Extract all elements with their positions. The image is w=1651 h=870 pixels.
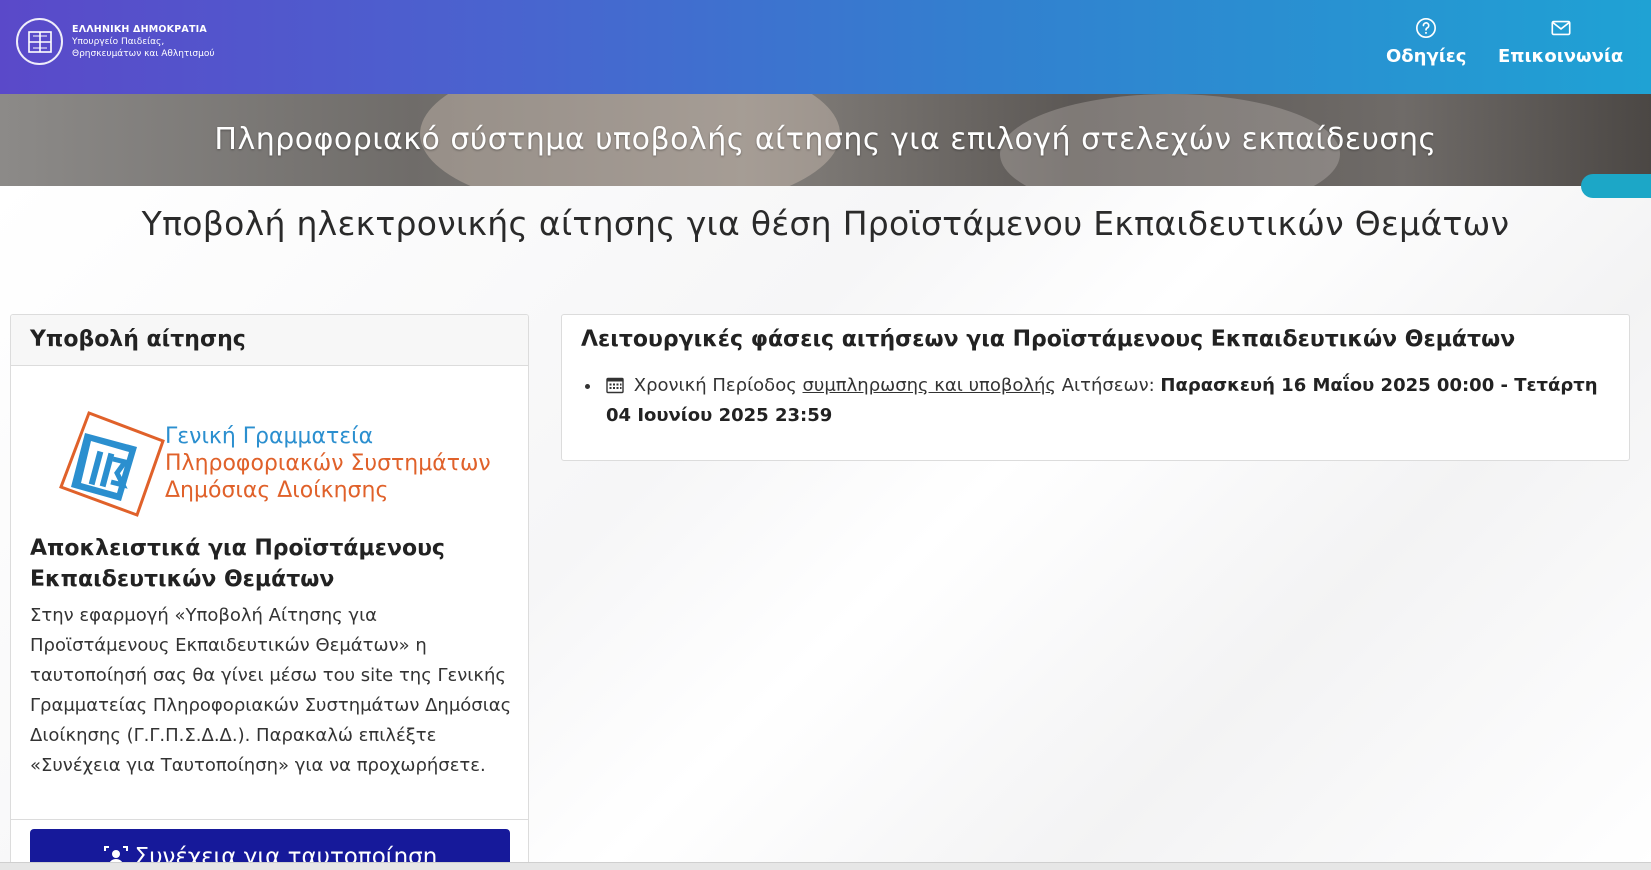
greek-seal-icon xyxy=(16,18,63,65)
application-card: Υποβολή αίτησης Γενική Γραμματεία Πληροφ… xyxy=(10,314,529,870)
nav-contact-label: Επικοινωνία xyxy=(1498,46,1624,67)
card-divider xyxy=(11,819,528,820)
side-tab-accent[interactable] xyxy=(1581,174,1651,198)
ggpsdd-logo-text: Γενική Γραμματεία Πληροφοριακών Συστημάτ… xyxy=(165,423,491,504)
org-line-3: Δημόσιας Διοίκησης xyxy=(165,477,389,503)
period-prefix: Χρονική Περίοδος xyxy=(633,375,797,396)
org-line-2: Πληροφοριακών Συστημάτων xyxy=(165,450,491,476)
period-underlined: συμπληρωσης και υποβολής xyxy=(802,375,1056,396)
ministry-logo[interactable]: ΕΛΛΗΝΙΚΗ ΔΗΜΟΚΡΑΤΙΑ Υπουργείο Παιδείας, … xyxy=(16,18,215,65)
logo-line-3: Θρησκευμάτων και Αθλητισμού xyxy=(72,48,215,59)
ggpsdd-logo: Γενική Γραμματεία Πληροφοριακών Συστημάτ… xyxy=(41,403,491,523)
main-content: Υποβολή ηλεκτρονικής αίτησης για θέση Πρ… xyxy=(0,186,1651,870)
hero-title: Πληροφοριακό σύστημα υποβολής αίτησης γι… xyxy=(214,122,1437,157)
top-header: ΕΛΛΗΝΙΚΗ ΔΗΜΟΚΡΑΤΙΑ Υπουργείο Παιδείας, … xyxy=(0,0,1651,94)
phases-list: Χρονική Περίοδος συμπληρωσης και υποβολή… xyxy=(602,371,1612,431)
calendar-icon xyxy=(606,377,624,394)
logo-text: ΕΛΛΗΝΙΚΗ ΔΗΜΟΚΡΑΤΙΑ Υπουργείο Παιδείας, … xyxy=(72,24,215,60)
ggpsdd-logo-icon xyxy=(59,411,165,517)
application-description: Στην εφαρμογή «Υποβολή Αίτησης για Προϊσ… xyxy=(30,605,512,776)
list-item: Χρονική Περίοδος συμπληρωσης και υποβολή… xyxy=(602,371,1612,431)
nav-instructions-label: Οδηγίες xyxy=(1386,46,1467,67)
logo-line-1: ΕΛΛΗΝΙΚΗ ΔΗΜΟΚΡΑΤΙΑ xyxy=(72,23,207,35)
logo-line-2: Υπουργείο Παιδείας, xyxy=(72,36,165,47)
hero-banner: Πληροφοριακό σύστημα υποβολής αίτησης γι… xyxy=(0,94,1651,186)
nav-instructions[interactable]: Οδηγίες xyxy=(1386,16,1466,67)
org-line-1: Γενική Γραμματεία xyxy=(165,423,374,449)
application-heading: Αποκλειστικά για Προϊστάμενους Εκπαιδευτ… xyxy=(30,536,445,592)
phases-card: Λειτουργικές φάσεις αιτήσεων για Προϊστά… xyxy=(561,314,1630,461)
page-title: Υποβολή ηλεκτρονικής αίτησης για θέση Πρ… xyxy=(141,204,1510,243)
nav-contact[interactable]: Επικοινωνία xyxy=(1498,16,1623,67)
period-suffix: Αιτήσεων: xyxy=(1061,375,1155,396)
application-card-header: Υποβολή αίτησης xyxy=(11,315,528,366)
phases-heading: Λειτουργικές φάσεις αιτήσεων για Προϊστά… xyxy=(581,327,1516,352)
question-circle-icon xyxy=(1414,16,1438,40)
bottom-scrollbar[interactable] xyxy=(0,862,1651,870)
envelope-icon xyxy=(1549,16,1573,40)
